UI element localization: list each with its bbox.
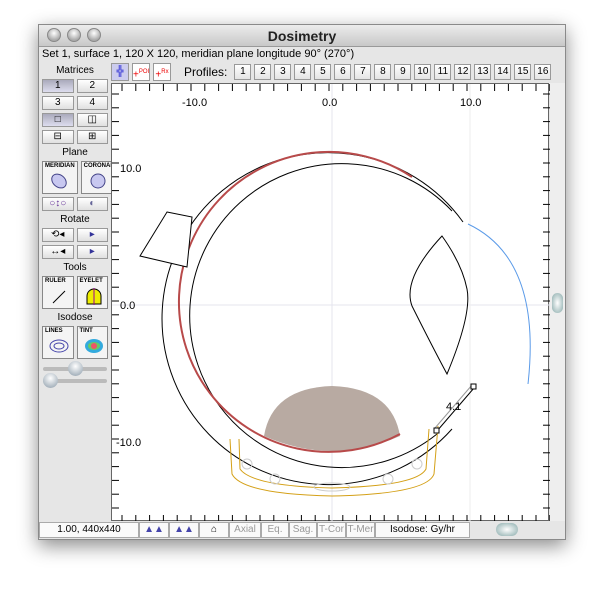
isodose-tint-button[interactable]: TINT — [76, 326, 108, 359]
shift-right-button[interactable]: ▸ — [76, 245, 108, 259]
meridian-button[interactable]: MERIDIAN — [42, 161, 78, 194]
tools-label: Tools — [63, 262, 87, 273]
rotate-label: Rotate — [60, 214, 90, 225]
matrix-3-button[interactable]: 3 — [42, 96, 74, 110]
scroll-thumb[interactable] — [552, 293, 563, 313]
rotate-right-button[interactable]: ▸ — [76, 228, 108, 242]
profile-2-button[interactable]: 2 — [254, 64, 272, 80]
close-button[interactable] — [47, 28, 61, 42]
ruler-icon — [52, 290, 66, 304]
profile-8-button[interactable]: 8 — [374, 64, 392, 80]
y-tick-10: 10.0 — [120, 163, 141, 175]
rx-button[interactable]: +Rx — [153, 63, 171, 81]
tumor — [264, 386, 400, 451]
ruler-ticks — [112, 84, 551, 523]
profile-11-button[interactable]: 11 — [434, 64, 452, 80]
profile-14-button[interactable]: 14 — [494, 64, 512, 80]
crosshair-button[interactable]: ╬ — [111, 63, 129, 81]
info-line: Set 1, surface 1, 120 X 120, meridian pl… — [42, 48, 355, 60]
profile-5-button[interactable]: 5 — [314, 64, 332, 80]
home-button[interactable]: ⌂ — [199, 522, 229, 538]
ruler-button[interactable]: RULER — [42, 276, 74, 309]
layout-single-button[interactable]: □ — [42, 113, 74, 127]
view-tcor[interactable]: T-Cor — [317, 522, 346, 538]
profile-7-button[interactable]: 7 — [354, 64, 372, 80]
isodose-slider-1[interactable] — [43, 361, 107, 376]
plane-flip-button[interactable]: ○↕○ — [42, 197, 74, 211]
optic-nerve — [139, 211, 193, 268]
plane-label: Plane — [62, 147, 88, 158]
x-tick-0: 0.0 — [322, 97, 337, 109]
measure-label: 4.1 — [446, 401, 461, 413]
plane-center-button[interactable]: ◐ — [76, 197, 108, 211]
zoom-readout: 1.00, 440x440 — [39, 522, 139, 538]
window-title: Dosimetry — [267, 28, 337, 44]
status-bar: 1.00, 440x440 ▲▲ ▲▲ ⌂ Axial Eq. Sag. T-C… — [39, 521, 565, 539]
shift-left-button[interactable]: ↔◂ — [42, 245, 74, 259]
x-tick-neg10: -10.0 — [182, 97, 207, 109]
view-axial[interactable]: Axial — [229, 522, 261, 538]
ruler-handle-start — [433, 427, 440, 434]
layout-split-h-button[interactable]: ⊟ — [42, 130, 74, 144]
isodose-units[interactable]: Isodose: Gy/hr — [375, 522, 470, 538]
title-bar: Dosimetry — [39, 25, 565, 47]
layout-quad-button[interactable]: ⊞ — [76, 130, 108, 144]
profile-16-button[interactable]: 16 — [534, 64, 552, 80]
horizontal-scrollbar[interactable] — [470, 522, 542, 538]
isodose-tint-icon — [84, 339, 103, 353]
isodose-slider-2[interactable] — [43, 373, 107, 388]
profile-4-button[interactable]: 4 — [294, 64, 312, 80]
y-tick-0: 0.0 — [120, 300, 135, 312]
profile-1-button[interactable]: 1 — [234, 64, 252, 80]
layout-split-v-button[interactable]: ◫ — [76, 113, 108, 127]
dosimetry-window: Dosimetry Set 1, surface 1, 120 X 120, m… — [38, 24, 566, 540]
cornea — [467, 223, 531, 385]
matrices-label: Matrices — [56, 65, 94, 76]
profile-13-button[interactable]: 13 — [474, 64, 492, 80]
profile-9-button[interactable]: 9 — [394, 64, 412, 80]
matrix-2-button[interactable]: 2 — [76, 79, 108, 93]
isodose-label: Isodose — [57, 312, 93, 323]
minimize-button[interactable] — [67, 28, 81, 42]
view-tmer[interactable]: T-Mer — [346, 522, 375, 538]
matrix-1-button[interactable]: 1 — [42, 79, 74, 93]
zoom-button[interactable] — [87, 28, 101, 42]
ruler-handle-end — [470, 383, 477, 390]
meridian-eye-icon — [51, 173, 67, 189]
view-eq[interactable]: Eq. — [261, 522, 289, 538]
dosimetry-canvas[interactable]: -10.0 0.0 10.0 10.0 0.0 -10.0 4.1 — [111, 83, 551, 523]
zoom-large-button[interactable]: ▲▲ — [169, 522, 199, 538]
sidebar: Matrices 12 34 □ ◫ ⊟ ⊞ Plane MERIDIAN CORON… — [39, 62, 118, 518]
matrix-4-button[interactable]: 4 — [76, 96, 108, 110]
y-tick-neg10: -10.0 — [116, 437, 141, 449]
coronal-eye-icon — [90, 173, 106, 189]
profile-15-button[interactable]: 15 — [514, 64, 532, 80]
profile-3-button[interactable]: 3 — [274, 64, 292, 80]
view-sag[interactable]: Sag. — [289, 522, 317, 538]
profiles-label: Profiles: — [184, 65, 228, 79]
profile-6-button[interactable]: 6 — [334, 64, 352, 80]
rotate-left-button[interactable]: ⟲◂ — [42, 228, 74, 242]
isodose-lines-icon — [49, 339, 69, 353]
poi-button[interactable]: +POI — [132, 63, 150, 81]
zoom-small-button[interactable]: ▲▲ — [139, 522, 169, 538]
profile-12-button[interactable]: 12 — [454, 64, 472, 80]
x-tick-10: 10.0 — [460, 97, 481, 109]
vertical-scrollbar[interactable] — [550, 83, 565, 521]
profile-10-button[interactable]: 10 — [414, 64, 432, 80]
toolbar: ╬ +POI +Rx Profiles: 1 2 3 4 5 6 7 8 9 10 11 12 13 14… — [111, 62, 552, 82]
eyelet-button[interactable]: EYELET — [76, 276, 108, 309]
isodose-lines-button[interactable]: LINES — [42, 326, 74, 359]
eyelet-icon — [86, 288, 101, 305]
